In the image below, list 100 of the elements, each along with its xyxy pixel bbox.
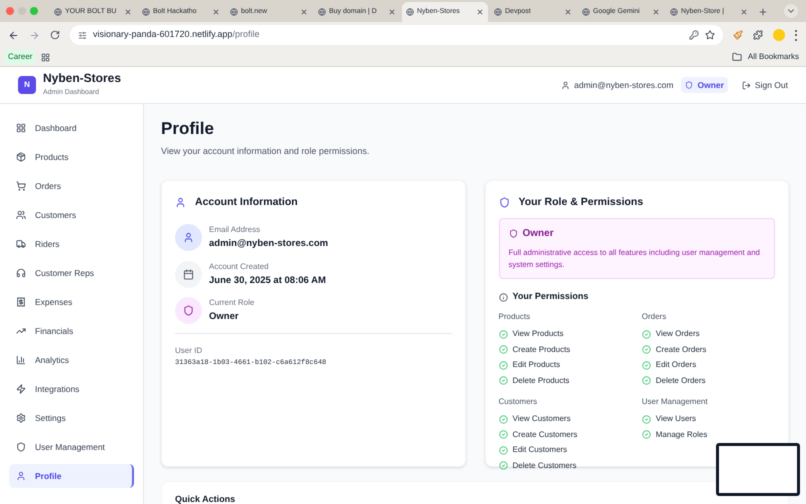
- menu-icon[interactable]: [795, 30, 798, 40]
- close-icon[interactable]: [388, 8, 396, 16]
- close-icon[interactable]: [124, 8, 132, 16]
- page-subtitle: View your account information and role permissions.: [161, 145, 370, 158]
- sign-out-icon: [742, 80, 751, 90]
- field-label: Email Address: [209, 224, 262, 236]
- sidebar-item[interactable]: User Management: [9, 435, 134, 459]
- field-value: admin@nyben-stores.com: [209, 237, 328, 252]
- permission-label: View Customers: [512, 413, 571, 426]
- logo: N: [18, 76, 36, 94]
- user-icon: [183, 232, 194, 244]
- sidebar-item[interactable]: Dashboard: [9, 116, 134, 140]
- permission-label: Create Orders: [656, 344, 706, 356]
- user-email: admin@nyben-stores.com: [574, 78, 674, 92]
- site-icon: [54, 8, 62, 16]
- page-title: Profile: [161, 118, 215, 140]
- site-icon: [406, 8, 414, 16]
- extensions-icon[interactable]: [753, 30, 763, 40]
- field-value: June 30, 2025 at 08:06 AM: [209, 274, 326, 288]
- permission-label: Delete Products: [512, 374, 570, 387]
- sidebar-item[interactable]: Orders: [9, 174, 134, 198]
- bar-chart-icon: [16, 355, 26, 365]
- permission-label: View Orders: [656, 328, 700, 340]
- all-bookmarks-link[interactable]: All Bookmarks: [748, 51, 799, 63]
- permission-label: Create Customers: [512, 428, 578, 441]
- permission-label: Edit Customers: [512, 444, 568, 456]
- cart-icon: [16, 181, 26, 191]
- sign-out-button[interactable]: Sign Out: [742, 78, 788, 92]
- users-icon: [16, 210, 26, 220]
- section-title: Your Permissions: [512, 290, 588, 304]
- folder-icon: [732, 52, 742, 62]
- shield-icon: [183, 304, 194, 316]
- key-icon[interactable]: [689, 30, 699, 40]
- role-badge: Owner: [681, 76, 728, 94]
- new-tab-icon[interactable]: [758, 7, 768, 17]
- sidebar-item[interactable]: Settings: [9, 406, 134, 430]
- field-label: Account Created: [209, 260, 270, 272]
- site-icon: [318, 8, 326, 16]
- site-settings-icon[interactable]: [78, 30, 87, 40]
- info-icon: [498, 292, 508, 302]
- permission-label: View Products: [512, 328, 564, 340]
- role-name: Owner: [522, 227, 554, 242]
- shield-icon: [508, 229, 518, 238]
- permission-label: Create Products: [512, 344, 570, 356]
- tab-search-icon[interactable]: [784, 4, 798, 18]
- user-icon: [561, 80, 570, 90]
- group-title: Customers: [498, 396, 538, 408]
- grid-icon: [16, 123, 26, 133]
- sidebar-item[interactable]: Profile: [9, 464, 134, 488]
- lightning-icon: [16, 384, 26, 394]
- receipt-icon: [16, 297, 26, 307]
- trend-icon: [16, 326, 26, 336]
- card-title: Your Role & Permissions: [518, 194, 644, 210]
- close-icon[interactable]: [564, 8, 572, 16]
- site-icon: [142, 8, 150, 16]
- site-icon: [494, 8, 502, 16]
- sidebar-item[interactable]: Integrations: [9, 377, 134, 401]
- site-icon: [582, 8, 590, 16]
- close-icon[interactable]: [300, 8, 308, 16]
- bookmark[interactable]: Career: [5, 50, 36, 64]
- sidebar-item[interactable]: Products: [9, 145, 134, 169]
- calendar-icon: [183, 268, 194, 280]
- shield-icon: [16, 442, 26, 452]
- star-icon[interactable]: [705, 30, 715, 40]
- address-bar[interactable]: visionary-panda-601720.netlify.app/profile: [70, 25, 723, 45]
- close-icon[interactable]: [212, 8, 220, 16]
- sidebar-item[interactable]: Financials: [9, 319, 134, 343]
- close-icon[interactable]: [740, 8, 748, 16]
- group-title: Orders: [642, 310, 668, 323]
- truck-icon: [16, 239, 26, 249]
- permission-label: Delete Customers: [512, 460, 577, 472]
- group-title: User Management: [642, 396, 709, 408]
- apps-icon[interactable]: [41, 52, 50, 62]
- close-icon[interactable]: [652, 8, 660, 16]
- url-text: visionary-panda-601720.netlify.app/profile: [93, 28, 260, 42]
- permission-label: View Users: [656, 413, 696, 426]
- site-icon: [230, 8, 238, 16]
- brush-icon[interactable]: [733, 30, 743, 40]
- back-icon[interactable]: [8, 30, 19, 40]
- headphones-icon: [16, 268, 26, 278]
- shield-icon: [498, 196, 510, 208]
- card-title: Account Information: [195, 194, 298, 210]
- permission-label: Manage Roles: [656, 428, 708, 441]
- site-icon: [670, 8, 678, 16]
- sidebar-item[interactable]: Riders: [9, 232, 134, 256]
- permission-label: Edit Orders: [656, 359, 696, 372]
- reload-icon[interactable]: [50, 30, 60, 40]
- field-label: Current Role: [209, 296, 254, 309]
- user-icon: [16, 471, 26, 481]
- brand-title: Nyben-Stores: [43, 71, 122, 86]
- sidebar-item[interactable]: Customers: [9, 203, 134, 227]
- box-icon: [16, 152, 26, 162]
- close-icon[interactable]: [476, 8, 484, 16]
- sidebar-item[interactable]: Analytics: [9, 348, 134, 372]
- permission-label: Edit Products: [512, 359, 560, 372]
- sidebar-item[interactable]: Customer Reps: [9, 261, 134, 285]
- user-icon: [175, 196, 186, 208]
- group-title: Products: [498, 310, 532, 323]
- permission-label: Delete Orders: [656, 374, 706, 387]
- sidebar-item[interactable]: Expenses: [9, 290, 134, 314]
